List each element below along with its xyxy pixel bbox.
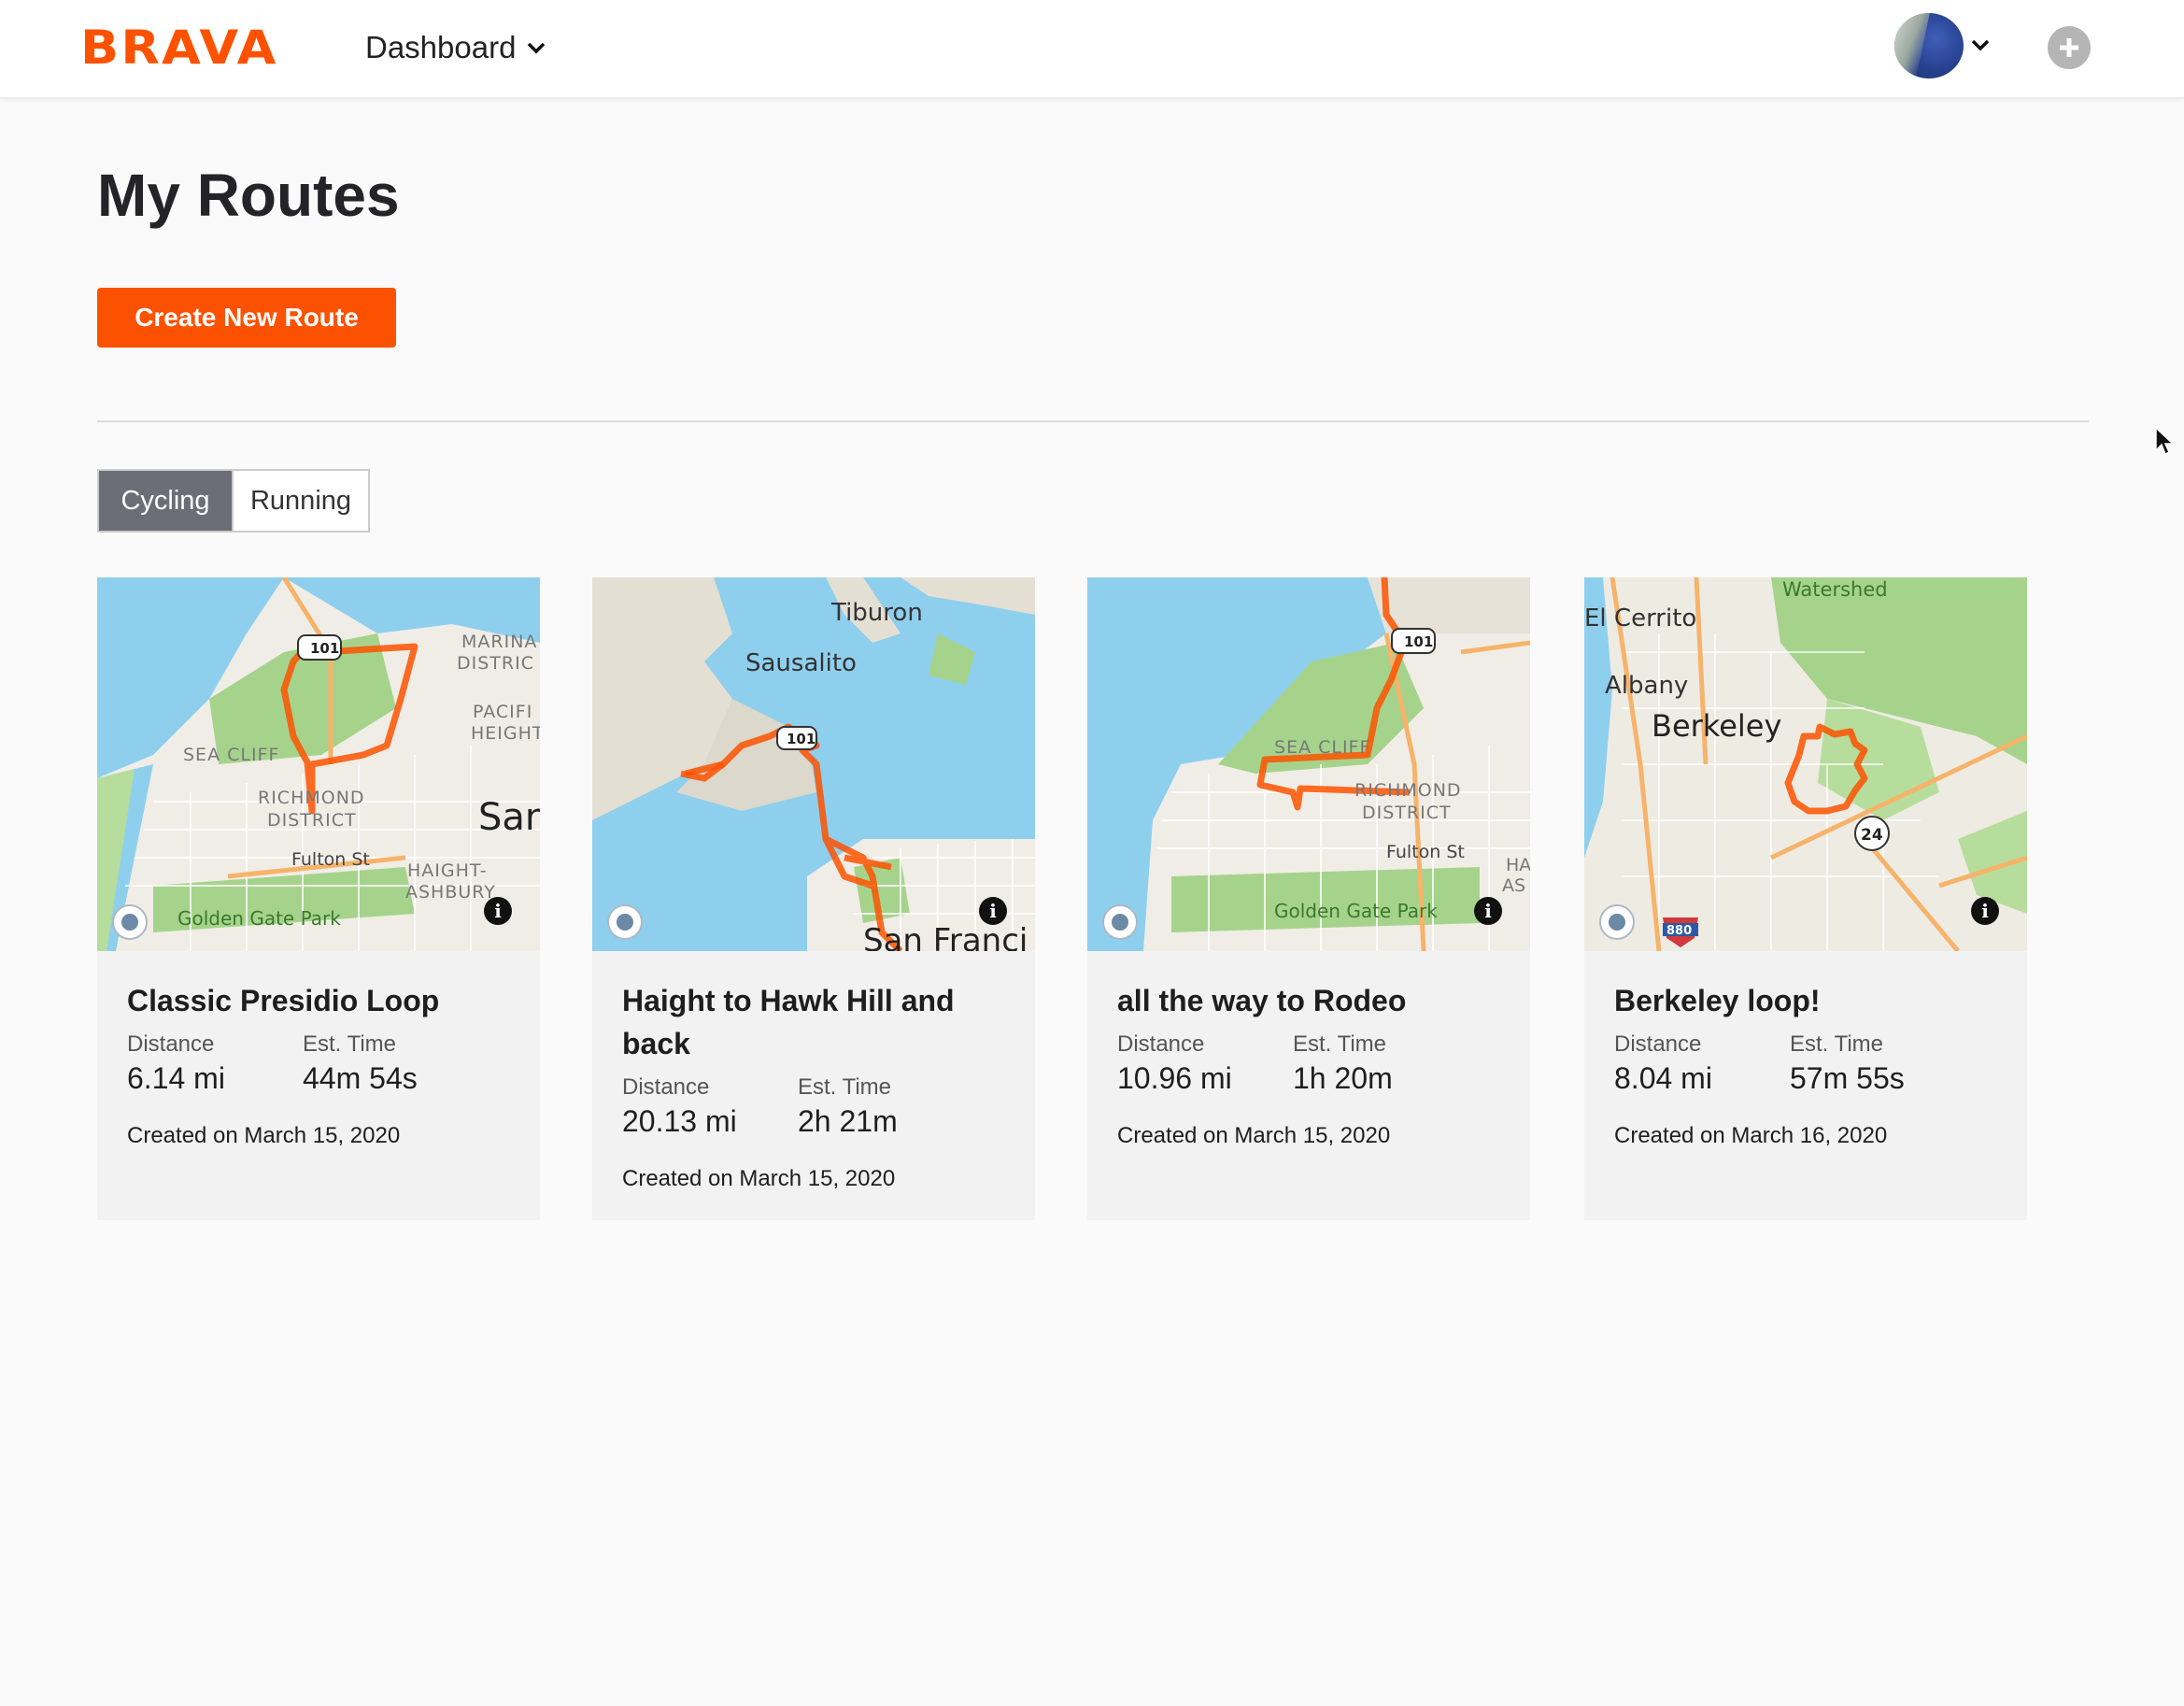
map-locate-icon[interactable] [607, 904, 643, 940]
route-stats: Distance 10.96 mi Est. Time 1h 20m [1117, 1031, 1508, 1097]
plus-circle-icon[interactable] [2048, 26, 2091, 69]
info-icon[interactable]: i [484, 897, 512, 925]
svg-text:RICHMOND: RICHMOND [258, 788, 365, 808]
tab-cycling[interactable]: Cycling [99, 471, 232, 531]
svg-text:San: San [478, 796, 540, 839]
mouse-cursor-icon [2155, 426, 2175, 456]
chevron-down-icon [528, 42, 546, 54]
create-new-route-button[interactable]: Create New Route [97, 288, 396, 348]
time-value: 44m 54s [303, 1061, 418, 1095]
time-label: Est. Time [798, 1074, 892, 1100]
svg-text:MARINA: MARINA [461, 632, 537, 652]
route-map[interactable]: Tiburon Sausalito San Franci 101 i [592, 577, 1035, 951]
svg-text:24: 24 [1861, 826, 1883, 845]
svg-text:Watershed: Watershed [1782, 578, 1888, 601]
time-label: Est. Time [1293, 1031, 1387, 1057]
distance-label: Distance [127, 1031, 215, 1057]
card-body: all the way to Rodeo Distance 10.96 mi E… [1117, 979, 1508, 1149]
svg-text:SEA CLIFF: SEA CLIFF [183, 745, 279, 765]
route-stats: Distance 20.13 mi Est. Time 2h 21m [622, 1074, 1013, 1140]
distance-value: 8.04 mi [1614, 1061, 1712, 1095]
distance-label: Distance [1614, 1031, 1702, 1057]
distance-value: 20.13 mi [622, 1104, 737, 1138]
svg-text:DISTRICT: DISTRICT [1362, 803, 1452, 823]
info-icon[interactable]: i [1971, 897, 1999, 925]
map-locate-icon[interactable] [1102, 904, 1138, 940]
route-title[interactable]: Classic Presidio Loop [127, 979, 518, 1022]
svg-text:101: 101 [310, 640, 339, 657]
brava-logo[interactable]: BRAVA [80, 21, 278, 75]
time-label: Est. Time [303, 1031, 397, 1057]
route-title[interactable]: all the way to Rodeo [1117, 979, 1508, 1022]
card-body: Berkeley loop! Distance 8.04 mi Est. Tim… [1614, 979, 2005, 1149]
svg-text:HA: HA [1506, 855, 1530, 875]
svg-text:DISTRICT: DISTRICT [267, 810, 357, 831]
route-card[interactable]: SEA CLIFF RICHMOND DISTRICT Fulton St HA… [1087, 577, 1530, 1220]
time-label: Est. Time [1790, 1031, 1884, 1057]
svg-text:DISTRIC: DISTRIC [457, 653, 534, 674]
svg-text:El Cerrito: El Cerrito [1584, 604, 1696, 633]
page-title: My Routes [97, 162, 400, 229]
route-title[interactable]: Haight to Hawk Hill and back [622, 979, 1013, 1065]
svg-text:HAIGHT-: HAIGHT- [407, 860, 488, 881]
svg-text:Sausalito: Sausalito [745, 649, 857, 677]
svg-text:Fulton St: Fulton St [291, 849, 370, 870]
route-map[interactable]: Watershed El Cerrito Albany Berkeley 24 … [1584, 577, 2027, 951]
time-value: 1h 20m [1293, 1061, 1393, 1095]
svg-text:San Franci: San Franci [863, 922, 1028, 951]
svg-text:Golden Gate Park: Golden Gate Park [177, 907, 341, 930]
svg-text:101: 101 [787, 731, 815, 747]
map-locate-icon[interactable] [1599, 904, 1635, 940]
svg-text:AS: AS [1502, 875, 1525, 896]
svg-text:Fulton St: Fulton St [1386, 842, 1465, 862]
divider [97, 420, 2089, 422]
svg-text:ASHBURY: ASHBURY [405, 882, 496, 903]
route-stats: Distance 8.04 mi Est. Time 57m 55s [1614, 1031, 2005, 1097]
dashboard-menu[interactable]: Dashboard [365, 30, 547, 65]
user-avatar[interactable] [1894, 13, 1964, 78]
created-date: Created on March 15, 2020 [1117, 1123, 1391, 1148]
info-icon[interactable]: i [1474, 897, 1502, 925]
created-date: Created on March 15, 2020 [127, 1123, 401, 1148]
card-body: Classic Presidio Loop Distance 6.14 mi E… [127, 979, 518, 1149]
route-stats: Distance 6.14 mi Est. Time 44m 54s [127, 1031, 518, 1097]
svg-text:Albany: Albany [1605, 672, 1688, 700]
svg-text:SEA CLIFF: SEA CLIFF [1274, 737, 1370, 758]
svg-text:101: 101 [1404, 633, 1433, 650]
info-icon[interactable]: i [979, 897, 1007, 925]
svg-text:RICHMOND: RICHMOND [1354, 780, 1462, 801]
route-card[interactable]: Tiburon Sausalito San Franci 101 i Haigh… [592, 577, 1035, 1220]
time-value: 57m 55s [1790, 1061, 1905, 1095]
dashboard-menu-label: Dashboard [365, 30, 517, 64]
sport-tabs: Cycling Running [97, 469, 370, 533]
map-locate-icon[interactable] [112, 904, 148, 940]
time-value: 2h 21m [798, 1104, 898, 1138]
distance-label: Distance [622, 1074, 710, 1100]
route-title[interactable]: Berkeley loop! [1614, 979, 2005, 1022]
distance-value: 6.14 mi [127, 1061, 225, 1095]
distance-value: 10.96 mi [1117, 1061, 1232, 1095]
top-navigation-bar: BRAVA Dashboard [0, 0, 2184, 99]
card-body: Haight to Hawk Hill and back Distance 20… [622, 979, 1013, 1192]
route-card[interactable]: MARINA DISTRIC PACIFI HEIGHT SEA CLIFF R… [97, 577, 540, 1220]
svg-text:880: 880 [1666, 924, 1692, 938]
route-card[interactable]: Watershed El Cerrito Albany Berkeley 24 … [1584, 577, 2027, 1220]
svg-text:Golden Gate Park: Golden Gate Park [1274, 900, 1438, 922]
tab-running[interactable]: Running [232, 471, 368, 531]
created-date: Created on March 15, 2020 [622, 1166, 896, 1191]
svg-text:HEIGHT: HEIGHT [471, 723, 540, 744]
created-date: Created on March 16, 2020 [1614, 1123, 1888, 1148]
svg-text:Tiburon: Tiburon [830, 599, 923, 627]
route-map[interactable]: MARINA DISTRIC PACIFI HEIGHT SEA CLIFF R… [97, 577, 540, 951]
chevron-down-icon[interactable] [1969, 34, 1992, 56]
distance-label: Distance [1117, 1031, 1205, 1057]
svg-text:PACIFI: PACIFI [473, 702, 532, 722]
svg-text:Berkeley: Berkeley [1652, 708, 1781, 744]
route-map[interactable]: SEA CLIFF RICHMOND DISTRICT Fulton St HA… [1087, 577, 1530, 951]
